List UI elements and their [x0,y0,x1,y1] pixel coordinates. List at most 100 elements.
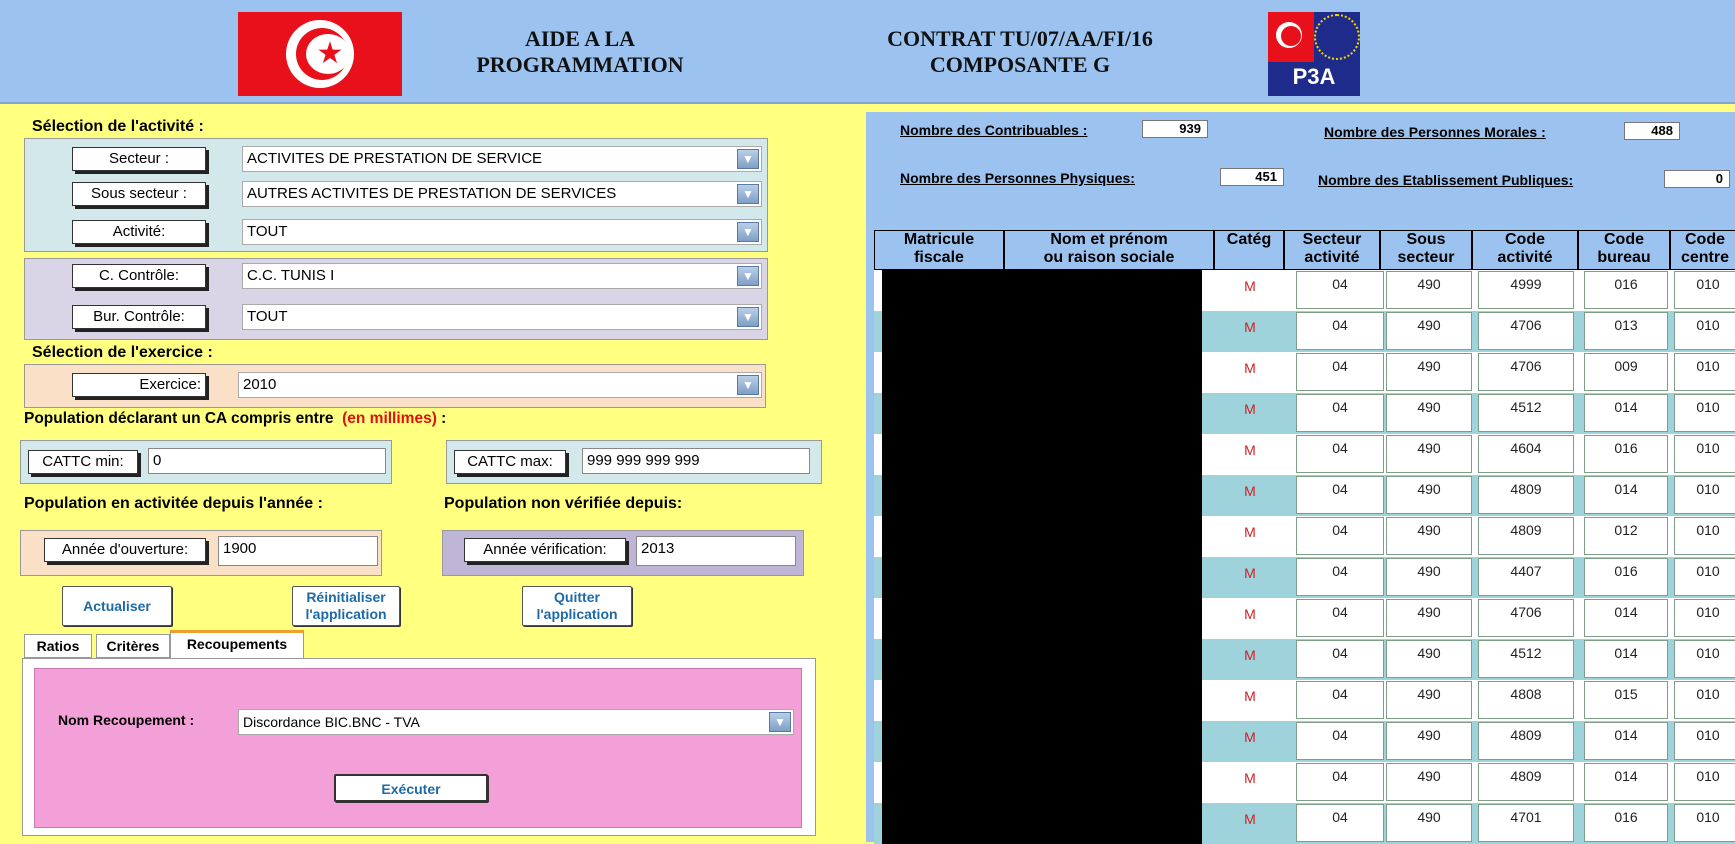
table-row[interactable]: M 04 490 4809 014 010 [874,762,1735,803]
exercice-select[interactable]: 2010 ▼ [238,372,762,398]
table-cell[interactable]: 014 [1584,394,1668,432]
table-cell[interactable]: 04 [1296,476,1384,514]
table-cell[interactable]: 4706 [1478,312,1574,350]
table-cell[interactable]: 4809 [1478,722,1574,760]
table-cell[interactable]: 010 [1674,804,1735,842]
table-cell[interactable]: 010 [1674,517,1735,555]
table-cell[interactable]: 490 [1386,763,1472,801]
table-cell[interactable]: 4512 [1478,394,1574,432]
secteur-select[interactable]: ACTIVITES DE PRESTATION DE SERVICE ▼ [242,146,762,172]
table-cell[interactable]: 490 [1386,804,1472,842]
table-cell[interactable]: 010 [1674,394,1735,432]
chevron-down-icon[interactable]: ▼ [737,375,759,395]
tab-ratios[interactable]: Ratios [24,634,92,658]
table-cell[interactable]: 04 [1296,558,1384,596]
table-cell[interactable]: 4407 [1478,558,1574,596]
chevron-down-icon[interactable]: ▼ [737,184,759,204]
table-cell[interactable]: 490 [1386,517,1472,555]
table-cell[interactable]: 013 [1584,312,1668,350]
table-cell[interactable]: 04 [1296,640,1384,678]
table-cell[interactable]: 490 [1386,599,1472,637]
table-cell[interactable]: 010 [1674,599,1735,637]
table-row[interactable]: M 04 490 4809 014 010 [874,721,1735,762]
table-cell[interactable]: 04 [1296,763,1384,801]
table-cell[interactable]: 4809 [1478,476,1574,514]
reinitialiser-button[interactable]: Réinitialiser l'application [292,586,400,626]
cattc-min-input[interactable]: 0 [148,448,386,474]
table-cell[interactable]: 04 [1296,312,1384,350]
quitter-button[interactable]: Quitter l'application [522,586,632,626]
table-cell[interactable]: 04 [1296,271,1384,309]
cc-select[interactable]: C.C. TUNIS I ▼ [242,263,762,289]
table-cell[interactable]: 010 [1674,681,1735,719]
bur-select[interactable]: TOUT ▼ [242,304,762,330]
chevron-down-icon[interactable]: ▼ [737,222,759,242]
table-cell[interactable]: 010 [1674,640,1735,678]
table-cell[interactable]: 014 [1584,722,1668,760]
table-row[interactable]: M 04 490 4808 015 010 [874,680,1735,721]
table-cell[interactable]: 010 [1674,435,1735,473]
chevron-down-icon[interactable]: ▼ [769,712,791,732]
table-cell[interactable]: 010 [1674,558,1735,596]
table-row[interactable]: M 04 490 4706 009 010 [874,352,1735,393]
table-row[interactable]: M 04 490 4999 016 010 [874,270,1735,311]
tab-criteres[interactable]: Critères [96,634,170,658]
table-cell[interactable]: 010 [1674,476,1735,514]
chevron-down-icon[interactable]: ▼ [737,307,759,327]
table-row[interactable]: M 04 490 4809 014 010 [874,475,1735,516]
table-cell[interactable]: 04 [1296,681,1384,719]
table-cell[interactable]: 010 [1674,312,1735,350]
table-cell[interactable]: 490 [1386,271,1472,309]
table-cell[interactable]: 4706 [1478,599,1574,637]
tab-recoupements[interactable]: Recoupements [170,630,304,660]
table-cell[interactable]: 4809 [1478,763,1574,801]
table-cell[interactable]: 490 [1386,394,1472,432]
table-cell[interactable]: 016 [1584,435,1668,473]
table-cell[interactable]: 4808 [1478,681,1574,719]
table-cell[interactable]: 010 [1674,271,1735,309]
table-cell[interactable]: 010 [1674,353,1735,391]
table-cell[interactable]: 016 [1584,804,1668,842]
table-cell[interactable]: 4701 [1478,804,1574,842]
table-cell[interactable]: 014 [1584,640,1668,678]
executer-button[interactable]: Exécuter [334,774,488,802]
table-cell[interactable]: 490 [1386,353,1472,391]
table-cell[interactable]: 4999 [1478,271,1574,309]
table-cell[interactable]: 04 [1296,599,1384,637]
table-row[interactable]: M 04 490 4604 016 010 [874,434,1735,475]
table-cell[interactable]: 014 [1584,476,1668,514]
table-cell[interactable]: 490 [1386,640,1472,678]
table-row[interactable]: M 04 490 4407 016 010 [874,557,1735,598]
table-cell[interactable]: 4809 [1478,517,1574,555]
table-cell[interactable]: 04 [1296,517,1384,555]
table-cell[interactable]: 04 [1296,435,1384,473]
table-cell[interactable]: 04 [1296,722,1384,760]
table-cell[interactable]: 009 [1584,353,1668,391]
table-cell[interactable]: 04 [1296,804,1384,842]
table-cell[interactable]: 010 [1674,763,1735,801]
annee-verification-input[interactable]: 2013 [636,536,796,566]
table-cell[interactable]: 012 [1584,517,1668,555]
recoupement-select[interactable]: Discordance BIC.BNC - TVA ▼ [238,709,794,735]
table-row[interactable]: M 04 490 4706 014 010 [874,598,1735,639]
table-cell[interactable]: 015 [1584,681,1668,719]
table-cell[interactable]: 04 [1296,394,1384,432]
table-row[interactable]: M 04 490 4706 013 010 [874,311,1735,352]
table-cell[interactable]: 490 [1386,312,1472,350]
table-cell[interactable]: 016 [1584,271,1668,309]
table-cell[interactable]: 014 [1584,763,1668,801]
chevron-down-icon[interactable]: ▼ [737,149,759,169]
table-cell[interactable]: 4604 [1478,435,1574,473]
activite-select[interactable]: TOUT ▼ [242,219,762,245]
chevron-down-icon[interactable]: ▼ [737,266,759,286]
actualiser-button[interactable]: Actualiser [62,586,172,626]
table-cell[interactable]: 490 [1386,558,1472,596]
table-cell[interactable]: 014 [1584,599,1668,637]
table-cell[interactable]: 490 [1386,476,1472,514]
table-cell[interactable]: 4706 [1478,353,1574,391]
table-cell[interactable]: 010 [1674,722,1735,760]
table-row[interactable]: M 04 490 4701 016 010 [874,803,1735,844]
table-row[interactable]: M 04 490 4809 012 010 [874,516,1735,557]
cattc-max-input[interactable]: 999 999 999 999 [582,448,810,474]
table-row[interactable]: M 04 490 4512 014 010 [874,639,1735,680]
